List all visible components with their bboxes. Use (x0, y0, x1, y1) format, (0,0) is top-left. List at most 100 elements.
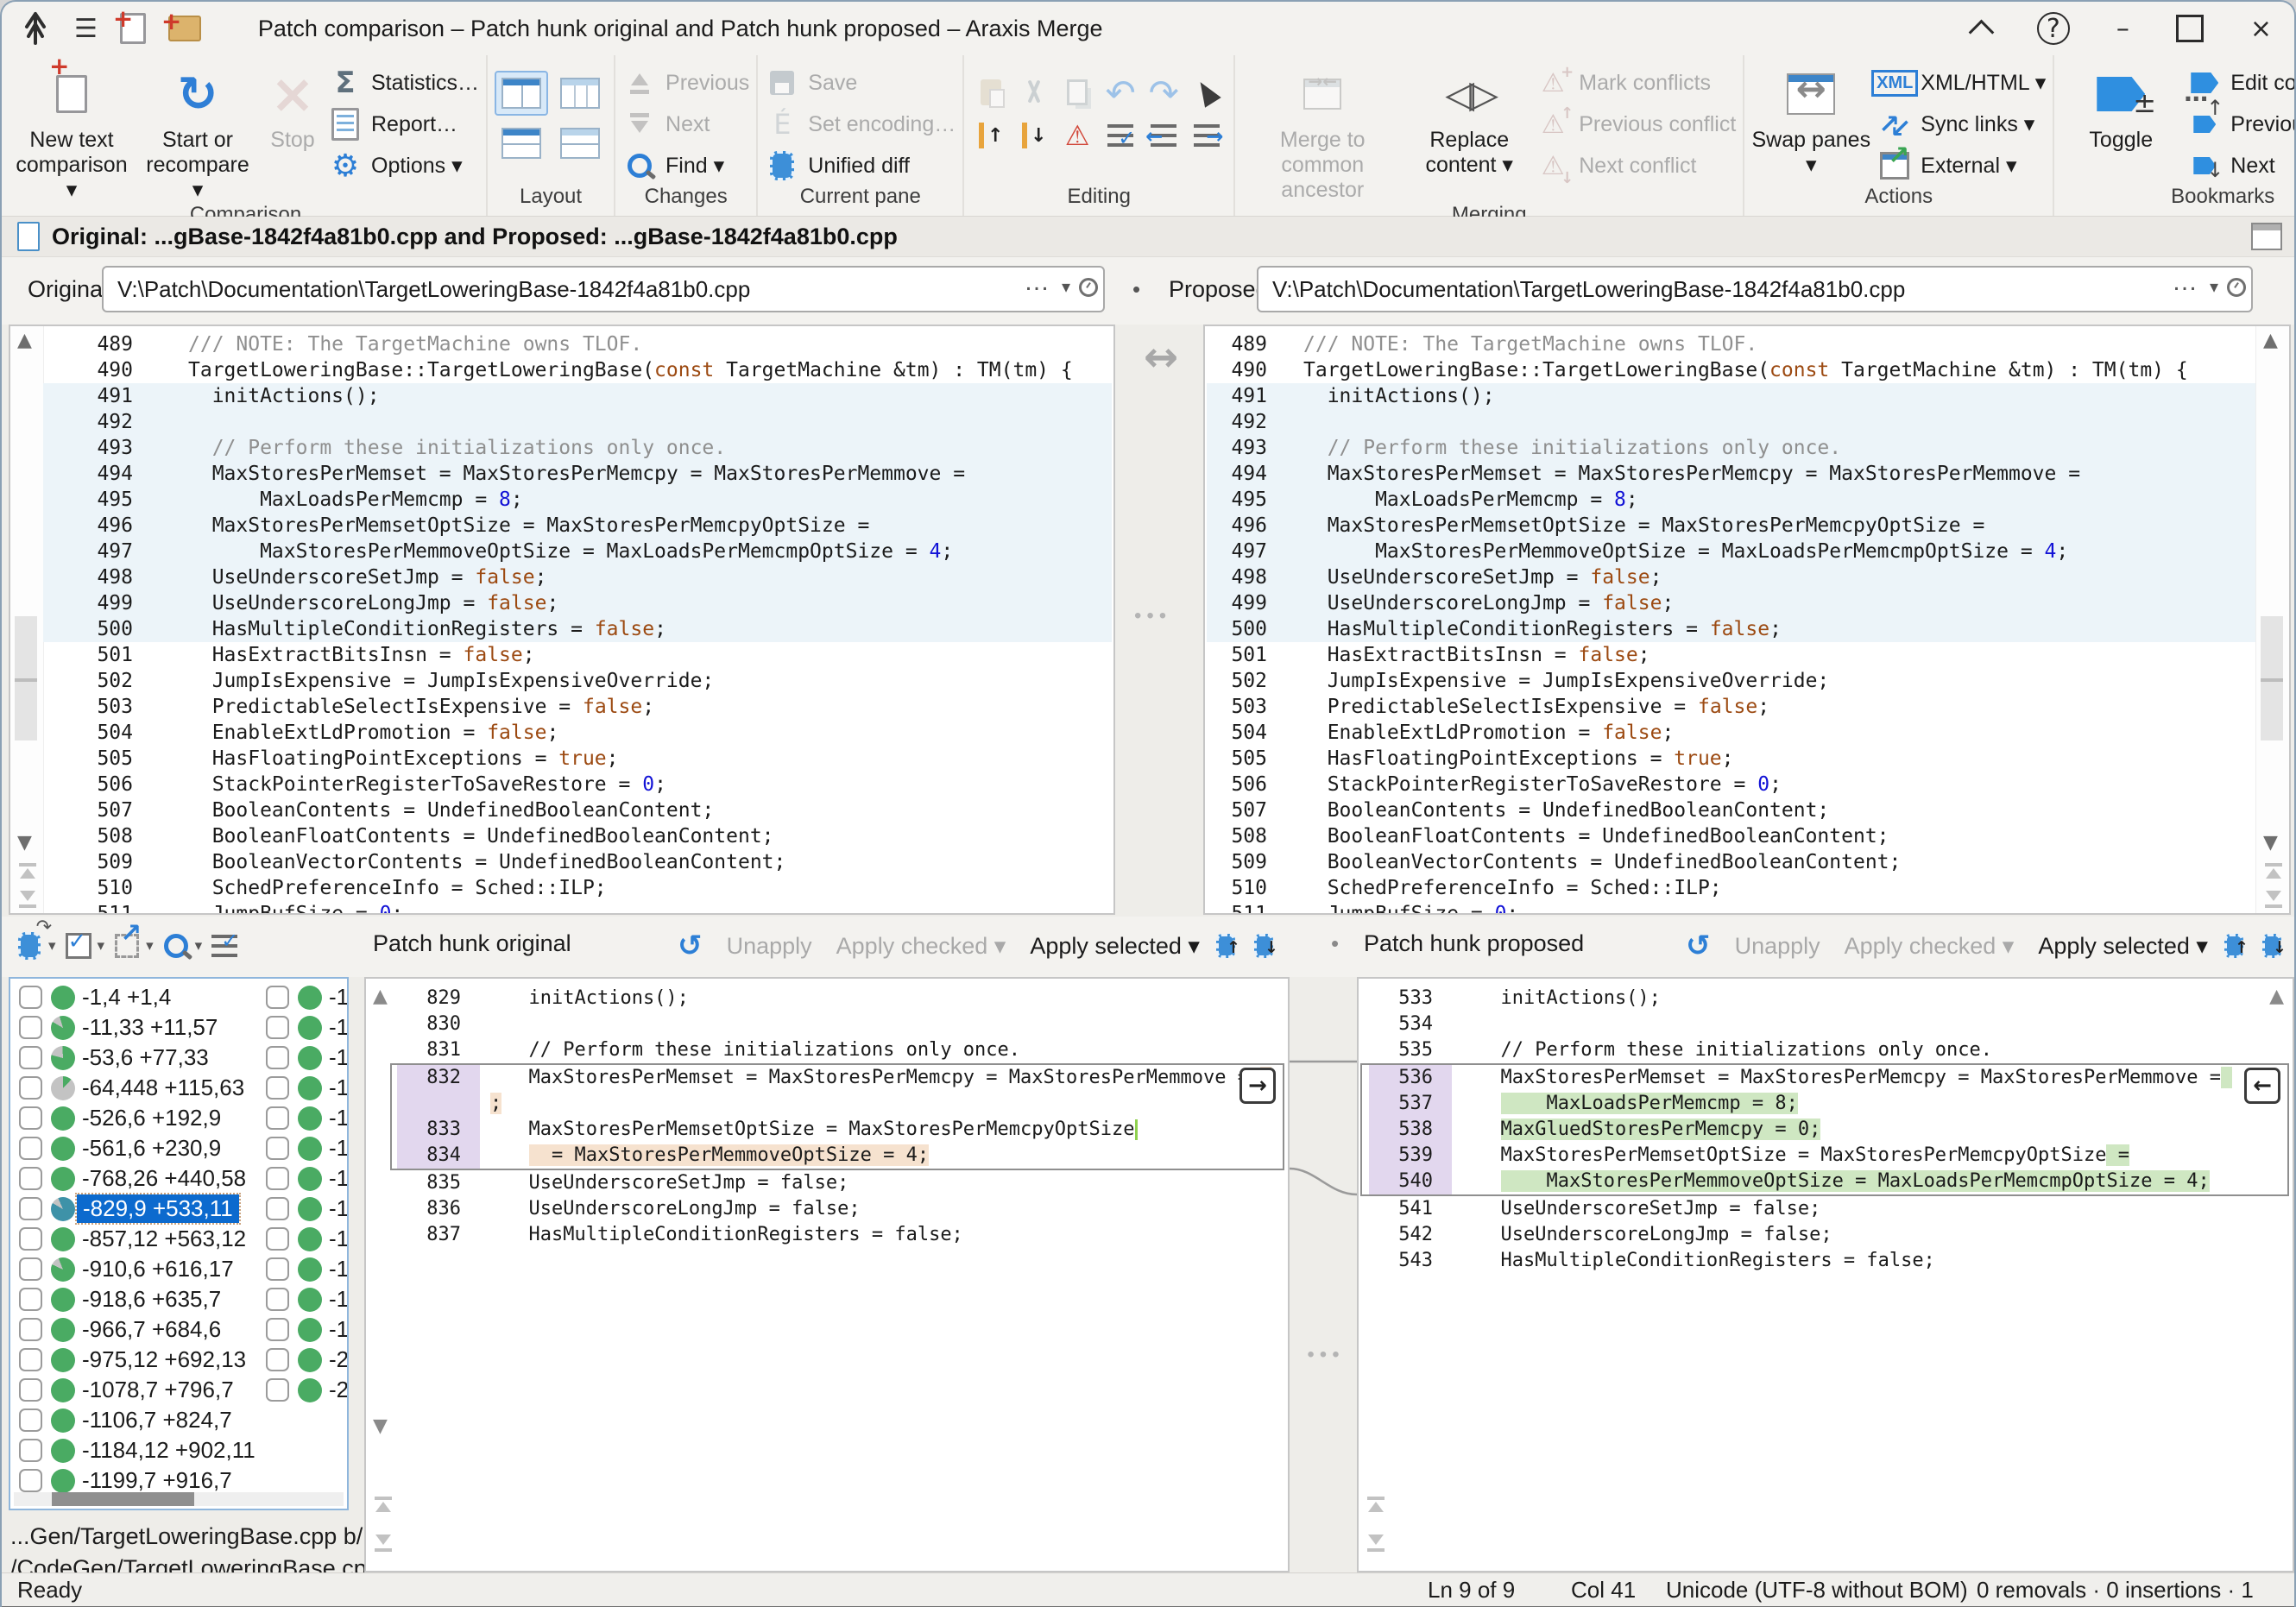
layout-option-4[interactable] (553, 121, 607, 166)
layout-option-3[interactable] (495, 121, 548, 166)
hunk-list-item[interactable]: -918,6 +635,7 (14, 1284, 255, 1314)
hunk-list-item[interactable]: -1199,7 +916,7 (14, 1465, 255, 1496)
hunk-checkbox[interactable] (19, 1288, 42, 1311)
hunk-checkbox[interactable] (266, 1348, 289, 1371)
hunk-list-item[interactable]: -910,6 +616,17 (14, 1254, 255, 1284)
start-or-recompare-button[interactable]: ↻ Start or recompare ▾ (138, 60, 257, 203)
hunk-checkbox[interactable] (19, 1167, 42, 1190)
menu-icon[interactable]: ☰ (74, 14, 98, 44)
hunk-list-item[interactable]: -526,6 +192,9 (14, 1103, 255, 1133)
hunk-checkbox[interactable] (19, 1106, 42, 1130)
unified-diff-button[interactable]: Unified diff (765, 147, 956, 185)
proposed-history-icon[interactable] (2227, 278, 2246, 297)
hunk-checkbox[interactable] (266, 1167, 289, 1190)
proposed-path-dropdown-icon[interactable]: ▾ (2210, 276, 2218, 297)
hunk-checkbox[interactable] (266, 1076, 289, 1100)
browse-original-icon[interactable]: … (1024, 268, 1050, 297)
statistics-button[interactable]: Σ Statistics… (328, 64, 479, 102)
sync-links-button[interactable]: ↗ ↙ Sync links ▾ (1877, 105, 2046, 144)
bookmark-next-button[interactable]: ↓ Next (2187, 147, 2294, 185)
apply-down-icon[interactable]: ↓ (2260, 931, 2287, 961)
hunk-list-item[interactable]: -64,448 +115,63 (14, 1073, 255, 1103)
hunk-list-item[interactable]: -145 (261, 1103, 347, 1133)
hunk-checkbox[interactable] (266, 1227, 289, 1251)
hunk-list-item[interactable]: -966,7 +684,6 (14, 1314, 255, 1345)
hunk-checkbox[interactable] (266, 1197, 289, 1220)
original-path-input[interactable] (102, 266, 1105, 312)
scroll-down-icon[interactable]: ▼ (2263, 832, 2278, 854)
find-hunk-button[interactable]: ▾ (161, 929, 202, 963)
apply-hunk-button[interactable]: ← (2244, 1068, 2280, 1104)
paste-button[interactable] (971, 72, 1011, 112)
hunk-list-item[interactable]: -1184,12 +902,11 (14, 1435, 255, 1465)
scrollbar-thumb[interactable] (15, 616, 37, 740)
hunk-checkbox[interactable] (19, 1257, 42, 1281)
hunk-list-panel[interactable]: -1,4 +1,4 -11,33 +11,57 -53,6 +77,33 -64,44… (9, 977, 349, 1510)
hunk-checkbox[interactable] (266, 986, 289, 1009)
scroll-up-icon[interactable]: ▲ (373, 986, 388, 1007)
browse-proposed-icon[interactable]: … (2172, 268, 2198, 297)
proposed-path-input[interactable] (1257, 266, 2253, 312)
apply-down-icon[interactable]: ↓ (1252, 931, 1278, 961)
hunk-checkbox[interactable] (19, 1016, 42, 1039)
new-text-comparison-button[interactable]: + New text comparison ▾ (12, 52, 131, 203)
hunk-list-item[interactable]: -161 (261, 1163, 347, 1194)
hunk-checkbox[interactable] (266, 1137, 289, 1160)
hunk-list-item[interactable]: -143 (261, 1073, 347, 1103)
layout-option-2[interactable] (553, 71, 607, 116)
insert-above-button[interactable]: ↑ (971, 116, 1011, 155)
hunk-list-item[interactable]: -1,4 +1,4 (14, 982, 255, 1012)
patch-hunk-original-pane[interactable]: ▲ ▼ 829 initActions(); 830 831 // Perform … (364, 977, 1290, 1572)
hscrollbar-thumb[interactable] (52, 1492, 194, 1506)
hunk-list-item[interactable]: -857,12 +563,12 (14, 1224, 255, 1254)
hunk-list-item[interactable]: -190 (261, 1254, 347, 1284)
push-right-button[interactable]: → (1187, 116, 1227, 155)
hunk-checkbox[interactable] (266, 1378, 289, 1402)
accept-lines-button[interactable]: ✓ (1101, 116, 1140, 155)
scroll-up-icon[interactable]: ▲ (17, 330, 32, 351)
collapse-ribbon-icon[interactable] (1968, 19, 1995, 45)
hunk-checkbox[interactable] (19, 1408, 42, 1432)
swap-panes-button[interactable]: ↔ Swap panes ▾ (1751, 60, 1870, 178)
hunk-list-item[interactable]: -53,6 +77,33 (14, 1043, 255, 1073)
hunk-checkbox[interactable] (19, 1197, 42, 1220)
insert-below-button[interactable]: ↓ (1014, 116, 1054, 155)
hunk-checkbox[interactable] (266, 1046, 289, 1069)
copy-button[interactable] (1057, 72, 1097, 112)
bookmark-previous-button[interactable]: ↑Previous (2187, 96, 2294, 143)
hunk-list-item[interactable]: -129 (261, 1012, 347, 1043)
hunk-checkbox[interactable] (19, 1378, 42, 1402)
new-comparison-icon[interactable]: + (113, 4, 146, 44)
hunk-checkbox[interactable] (266, 1318, 289, 1341)
hunk-checkbox[interactable] (19, 1439, 42, 1462)
original-scrollbar[interactable]: ▲ ▼ (10, 326, 44, 913)
redo-button[interactable]: ↷ (1144, 72, 1183, 114)
hunk-list-item[interactable]: -191 (261, 1284, 347, 1314)
original-path-dropdown-icon[interactable]: ▾ (1062, 276, 1070, 297)
hunk-checkbox[interactable] (19, 1076, 42, 1100)
hunk-list-item[interactable]: -127 (261, 982, 347, 1012)
push-left-button[interactable]: ← (1144, 116, 1183, 155)
hunk-list-item[interactable]: -183 (261, 1194, 347, 1224)
hunk-checkbox[interactable] (266, 1288, 289, 1311)
undo-button[interactable]: ↶ (1101, 72, 1140, 114)
edit-comment-button[interactable]: …Edit comment… (2184, 64, 2294, 108)
scroll-up-icon[interactable]: ▲ (2263, 330, 2278, 351)
apply-selected-button[interactable]: Apply selected ▾ (2038, 933, 2208, 960)
original-history-icon[interactable] (1079, 278, 1098, 297)
original-pane[interactable]: ▲ ▼ 489/// NOTE: The TargetMachine owns … (9, 325, 1115, 915)
maximize-pane-icon[interactable] (2251, 223, 2282, 250)
hunk-list-item[interactable]: -829,9 +533,11 (14, 1193, 255, 1225)
external-button[interactable]: ↗ External ▾ (1877, 141, 2046, 185)
patch-hunk-proposed-pane[interactable]: ▲ 533 initActions(); 534 535 // Perform th… (1357, 977, 2294, 1572)
hunk-list-item[interactable]: -151 (261, 1133, 347, 1163)
apply-up-icon[interactable]: ↑ (2222, 931, 2249, 961)
open-icon[interactable]: + (161, 7, 201, 41)
hunk-checkbox[interactable] (19, 986, 42, 1009)
hunk-checkbox[interactable] (19, 1318, 42, 1341)
goto-hunk-button[interactable]: ↗ ▾ (111, 918, 154, 963)
hunk-checkbox[interactable] (19, 1469, 42, 1492)
hunk-checkbox[interactable] (19, 1046, 42, 1069)
xml-html-button[interactable]: XML XML/HTML ▾ (1871, 64, 2046, 102)
hunk-list-item[interactable]: -209 (261, 1375, 347, 1405)
